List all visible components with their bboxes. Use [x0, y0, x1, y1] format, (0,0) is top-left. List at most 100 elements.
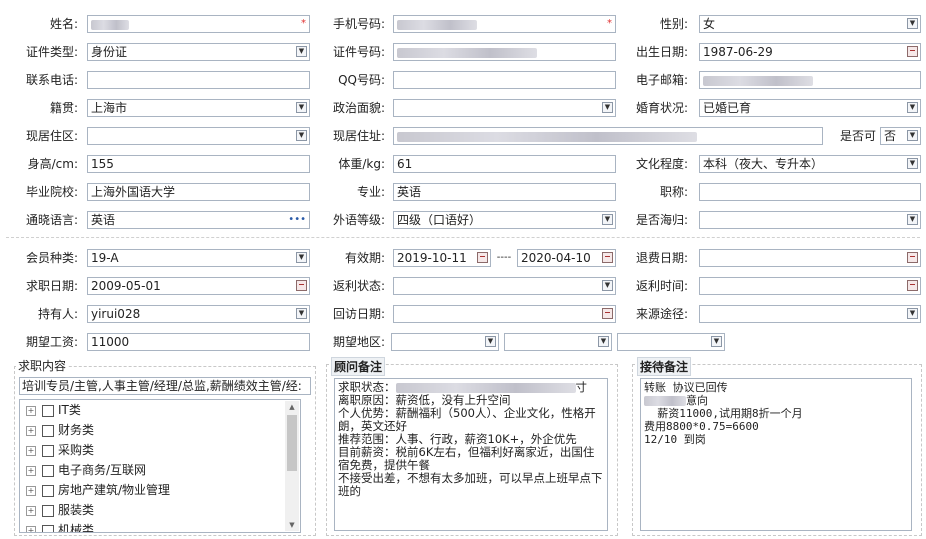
phone-field[interactable]	[87, 71, 310, 89]
expand-icon[interactable]: +	[26, 525, 36, 532]
birth-value: 1987-06-29	[703, 45, 773, 59]
mobile-field[interactable]: *	[393, 15, 616, 33]
visit-date-field[interactable]	[393, 305, 616, 323]
calendar-icon[interactable]	[602, 308, 613, 319]
chevron-down-icon[interactable]: ▼	[907, 18, 918, 29]
source-select[interactable]: ▼	[699, 305, 921, 323]
tree-scrollbar[interactable]: ▲ ▼	[285, 401, 299, 531]
tree-item[interactable]: + 采购类	[26, 441, 94, 459]
tree-item[interactable]: + 机械类	[26, 521, 94, 532]
education-value: 本科（夜大、专升本）	[703, 157, 824, 171]
job-category-tree[interactable]: ▲ ▼ + IT类 + 财务类 + 采购类 + 电子商务/互联网 + 房地产建筑/物业管理…	[19, 399, 301, 533]
expand-icon[interactable]: +	[26, 505, 36, 516]
salary-field[interactable]: 11000	[87, 333, 310, 351]
advisor-notes-legend: 顾问备注	[331, 357, 386, 376]
job-date-field[interactable]: 2009-05-01	[87, 277, 310, 295]
chevron-down-icon[interactable]: ▼	[602, 280, 613, 291]
area-city-select[interactable]: ▼	[504, 333, 612, 351]
height-field[interactable]: 155	[87, 155, 310, 173]
valid-to-field[interactable]: 2020-04-10	[517, 249, 616, 267]
tree-item[interactable]: + 电子商务/互联网	[26, 461, 146, 479]
checkbox[interactable]	[42, 464, 54, 477]
native-select[interactable]: 上海市 ▼	[87, 99, 310, 117]
refund-date-field[interactable]	[699, 249, 921, 267]
chevron-down-icon[interactable]: ▼	[602, 102, 613, 113]
expand-icon[interactable]: +	[26, 445, 36, 456]
marital-select[interactable]: 已婚已育 ▼	[699, 99, 921, 117]
chevron-down-icon[interactable]: ▼	[907, 158, 918, 169]
chevron-down-icon[interactable]: ▼	[907, 130, 918, 141]
job-date-value: 2009-05-01	[91, 279, 161, 293]
scroll-up-icon[interactable]: ▲	[285, 401, 299, 413]
school-field[interactable]: 上海外国语大学	[87, 183, 310, 201]
major-label: 专业:	[356, 185, 385, 199]
tree-item-label: 房地产建筑/物业管理	[58, 483, 171, 497]
chevron-down-icon[interactable]: ▼	[907, 102, 918, 113]
gender-select[interactable]: 女 ▼	[699, 15, 921, 33]
weight-field[interactable]: 61	[393, 155, 616, 173]
holder-value: yirui028	[91, 307, 141, 321]
job-date-label: 求职日期:	[25, 279, 78, 293]
district-select[interactable]: ▼	[87, 127, 310, 145]
chevron-down-icon[interactable]: ▼	[907, 308, 918, 319]
chevron-down-icon[interactable]: ▼	[485, 336, 496, 347]
valid-from-field[interactable]: 2019-10-11	[393, 249, 491, 267]
advisor-notes-textarea[interactable]: 求职状态： 寸 离职原因：薪资低，没有上升空间 个人优势：薪酬福利（500人）、企…	[334, 378, 608, 531]
expand-icon[interactable]: +	[26, 405, 36, 416]
language-field[interactable]: 英语 •••	[87, 211, 310, 229]
major-field[interactable]: 英语	[393, 183, 616, 201]
email-field[interactable]	[699, 71, 921, 89]
lang-level-select[interactable]: 四级（口语好） ▼	[393, 211, 616, 229]
reception-line-4: 费用8800*0.75=6600	[644, 420, 759, 433]
id-type-select[interactable]: 身份证 ▼	[87, 43, 310, 61]
member-type-select[interactable]: 19-A ▼	[87, 249, 310, 267]
checkbox[interactable]	[42, 504, 54, 517]
phone-label: 联系电话:	[25, 73, 78, 87]
reception-line-2: 意向	[686, 394, 708, 407]
email-label: 电子邮箱:	[635, 73, 688, 87]
member-type-label: 会员种类:	[25, 251, 78, 265]
holder-select[interactable]: yirui028 ▼	[87, 305, 310, 323]
member-type-value: 19-A	[91, 251, 119, 265]
expand-icon[interactable]: +	[26, 425, 36, 436]
rebate-time-field[interactable]	[699, 277, 921, 295]
overseas-select[interactable]: ▼	[699, 211, 921, 229]
area-district-select[interactable]: ▼	[617, 333, 725, 351]
scroll-thumb[interactable]	[287, 415, 297, 471]
id-no-field[interactable]	[393, 43, 616, 61]
chevron-down-icon[interactable]: ▼	[711, 336, 722, 347]
area-province-select[interactable]: ▼	[391, 333, 499, 351]
tree-item[interactable]: + 服装类	[26, 501, 94, 519]
calendar-icon[interactable]	[602, 252, 613, 263]
chevron-down-icon[interactable]: ▼	[602, 214, 613, 225]
reception-notes-textarea[interactable]: 转账 协议已回传 意向 薪资11000,试用期8折一个月 费用8800*0.75…	[640, 378, 912, 531]
education-select[interactable]: 本科（夜大、专升本） ▼	[699, 155, 921, 173]
expand-icon[interactable]: +	[26, 465, 36, 476]
qq-field[interactable]	[393, 71, 616, 89]
tree-item[interactable]: + IT类	[26, 401, 81, 419]
checkbox[interactable]	[42, 404, 54, 417]
calendar-icon[interactable]	[907, 252, 918, 263]
title-field[interactable]	[699, 183, 921, 201]
calendar-icon[interactable]	[907, 46, 918, 57]
birth-date-field[interactable]: 1987-06-29	[699, 43, 921, 61]
job-content-selected-field[interactable]: 培训专员/主管,人事主管/经理/总监,薪酬绩效主管/经:	[19, 377, 311, 395]
rebate-status-select[interactable]: ▼	[393, 277, 616, 295]
tree-item[interactable]: + 财务类	[26, 421, 94, 439]
checkbox[interactable]	[42, 424, 54, 437]
calendar-icon[interactable]	[907, 280, 918, 291]
checkbox[interactable]	[42, 444, 54, 457]
political-select[interactable]: ▼	[393, 99, 616, 117]
chevron-down-icon[interactable]: ▼	[598, 336, 609, 347]
tree-item[interactable]: + 房地产建筑/物业管理	[26, 481, 170, 499]
scroll-down-icon[interactable]: ▼	[285, 519, 299, 531]
checkbox[interactable]	[42, 484, 54, 497]
address-field[interactable]	[393, 127, 823, 145]
expand-icon[interactable]: +	[26, 485, 36, 496]
checkbox[interactable]	[42, 524, 54, 532]
name-field[interactable]: *	[87, 15, 310, 33]
chevron-down-icon[interactable]: ▼	[907, 214, 918, 225]
is-possible-select[interactable]: 否 ▼	[880, 127, 921, 145]
calendar-icon[interactable]	[477, 252, 488, 263]
language-value: 英语	[91, 213, 116, 227]
